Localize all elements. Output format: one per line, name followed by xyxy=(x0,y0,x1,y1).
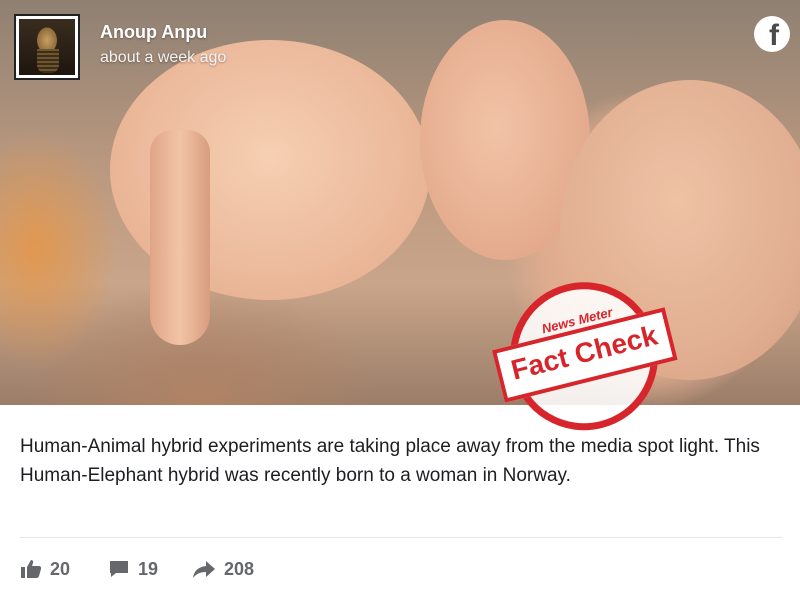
share-stat[interactable]: 208 xyxy=(192,557,254,581)
facebook-post: Anoup Anpu about a week ago f News Meter… xyxy=(0,0,800,600)
share-count: 208 xyxy=(224,558,255,579)
comment-stat[interactable]: 19 xyxy=(108,557,158,581)
comment-icon xyxy=(110,561,128,577)
post-caption: Human-Animal hybrid experiments are taki… xyxy=(20,436,760,486)
avatar-image xyxy=(19,19,75,75)
thumbs-up-icon xyxy=(21,560,42,578)
author-avatar[interactable] xyxy=(14,14,80,80)
image-trunk-shape xyxy=(150,130,210,345)
author-name[interactable]: Anoup Anpu xyxy=(100,22,207,43)
post-timestamp[interactable]: about a week ago xyxy=(100,49,226,67)
share-arrow-icon xyxy=(193,561,215,578)
like-stat[interactable]: 20 xyxy=(20,557,70,581)
like-count: 20 xyxy=(50,558,71,579)
facebook-icon[interactable]: f xyxy=(754,16,790,52)
avatar-beard-shape xyxy=(37,49,59,73)
divider xyxy=(20,537,782,538)
comment-count: 19 xyxy=(138,558,159,579)
image-arm-shape xyxy=(360,200,480,400)
